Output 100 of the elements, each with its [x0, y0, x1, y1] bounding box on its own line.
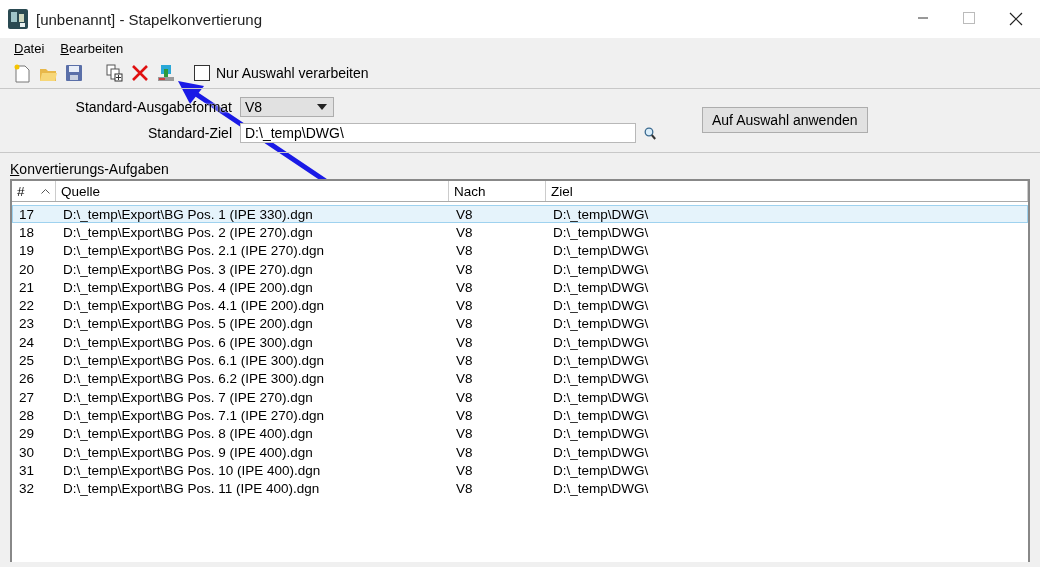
table-cell-text: D:\_temp\DWG\	[552, 316, 650, 332]
table-cell-text: V8	[455, 261, 474, 277]
table-cell-text: D:\_temp\Export\BG Pos. 1 (IPE 330).dgn	[62, 206, 314, 222]
table-cell-text: 23	[18, 316, 36, 332]
table-cell-text: D:\_temp\DWG\	[552, 298, 650, 314]
table-cell-text: V8	[455, 316, 474, 332]
table-row[interactable]: 19 D:\_temp\Export\BG Pos. 2.1 (IPE 270).dgn V8 D:\_temp\DWG\	[12, 241, 1028, 260]
table-cell-text: V8	[455, 353, 474, 368]
table-cell-text: 30	[18, 444, 36, 460]
table-row[interactable]: 30 D:\_temp\Export\BG Pos. 9 (IPE 400).dgn V8 D:\_temp\DWG\	[12, 442, 1028, 462]
table-cell-text: D:\_temp\DWG\	[552, 261, 650, 277]
table-cell-text: V8	[455, 279, 474, 295]
table-cell-text: V8	[455, 407, 474, 423]
table-cell-text: V8	[455, 371, 474, 387]
table-cell-text: 31	[18, 462, 36, 478]
search-icon[interactable]	[644, 126, 656, 140]
table-cell-text: D:\_temp\DWG\	[552, 334, 650, 350]
table-cell-text: 27	[18, 389, 36, 405]
table-cell-text: D:\_temp\Export\BG Pos. 11 (IPE 400).dgn	[62, 481, 321, 497]
table-row[interactable]: 31 D:\_temp\Export\BG Pos. 10 (IPE 400).dgn V8 D:\_temp\DWG\	[12, 461, 1028, 480]
table-row[interactable]: 27 D:\_temp\Export\BG Pos. 7 (IPE 270).dgn V8 D:\_temp\DWG\	[12, 387, 1028, 407]
table-row[interactable]: 28 D:\_temp\Export\BG Pos. 7.1 (IPE 270).dgn V8 D:\_temp\DWG\	[12, 406, 1028, 425]
table-cell-text: D:\_temp\DWG\	[552, 407, 650, 423]
column-header[interactable]: Quelle	[56, 181, 449, 201]
table-cell-text: V8	[455, 224, 474, 240]
app-icon	[8, 9, 28, 29]
menu-item[interactable]: Bearbeiten	[52, 40, 132, 56]
table-row[interactable]: 24 D:\_temp\Export\BG Pos. 6 (IPE 300).dgn V8 D:\_temp\DWG\	[12, 333, 1028, 352]
table-cell-text: D:\_temp\Export\BG Pos. 9 (IPE 400).dgn	[62, 444, 314, 460]
table-cell-text: D:\_temp\Export\BG Pos. 3 (IPE 270).dgn	[62, 261, 314, 277]
export-icon[interactable]	[156, 63, 176, 83]
table-cell-text: 32	[18, 481, 36, 497]
format-dropdown[interactable]: V8	[240, 97, 334, 117]
table-cell-text: V8	[455, 389, 474, 405]
table-cell-text: V8	[455, 334, 474, 350]
column-header[interactable]: Ziel	[546, 181, 1028, 201]
table-row[interactable]: 29 D:\_temp\Export\BG Pos. 8 (IPE 400).dgn V8 D:\_temp\DWG\	[12, 424, 1028, 443]
target-field[interactable]: D:\_temp\DWG\	[240, 123, 636, 143]
table-row[interactable]: 25 D:\_temp\Export\BG Pos. 6.1 (IPE 300).dgn V8 D:\_temp\DWG\	[12, 351, 1028, 370]
table-row[interactable]: 32 D:\_temp\Export\BG Pos. 11 (IPE 400).dgn V8 D:\_temp\DWG\	[12, 479, 1028, 498]
table-cell-text: D:\_temp\DWG\	[552, 206, 650, 222]
table-cell-text: 17	[18, 206, 36, 222]
close-icon[interactable]	[1009, 12, 1023, 26]
table-cell-text: D:\_temp\DWG\	[552, 481, 650, 497]
table-cell-text: 18	[18, 224, 36, 240]
table-row[interactable]: 26 D:\_temp\Export\BG Pos. 6.2 (IPE 300).dgn V8 D:\_temp\DWG\	[12, 369, 1028, 388]
table-cell-text: 29	[18, 426, 36, 442]
table-cell-text: D:\_temp\Export\BG Pos. 5 (IPE 200).dgn	[62, 316, 314, 332]
table-cell-text: 26	[18, 371, 36, 387]
table-cell-text: D:\_temp\Export\BG Pos. 6.1 (IPE 300).dgn	[62, 353, 326, 368]
table-cell-text: V8	[455, 206, 474, 222]
table-cell-text: V8	[455, 444, 474, 460]
table-cell-text: D:\_temp\Export\BG Pos. 4.1 (IPE 200).dgn	[62, 298, 326, 314]
table-cell-text: D:\_temp\Export\BG Pos. 7 (IPE 270).dgn	[62, 389, 314, 405]
dropdown-arrow-icon	[317, 104, 327, 110]
table-cell-text: D:\_temp\Export\BG Pos. 6.2 (IPE 300).dgn	[62, 371, 326, 387]
target-label: Standard-Ziel	[147, 125, 233, 141]
table-cell-text: 25	[18, 353, 36, 368]
table-cell-text: D:\_temp\DWG\	[552, 389, 650, 405]
table-cell-text: V8	[455, 426, 474, 442]
table-cell-text: D:\_temp\DWG\	[552, 353, 650, 368]
table-cell-text: D:\_temp\DWG\	[552, 462, 650, 478]
table-cell-text: 24	[18, 334, 36, 350]
table-cell-text: D:\_temp\DWG\	[552, 243, 650, 259]
table-cell-text: 28	[18, 407, 36, 423]
table-row[interactable]: 22 D:\_temp\Export\BG Pos. 4.1 (IPE 200).dgn V8 D:\_temp\DWG\	[12, 296, 1028, 315]
checkbox[interactable]	[194, 65, 210, 81]
table-cell-text: V8	[455, 481, 474, 497]
table-cell-text: V8	[455, 462, 474, 478]
table-cell-text: D:\_temp\Export\BG Pos. 2 (IPE 270).dgn	[62, 224, 314, 240]
copy-add-icon[interactable]	[104, 63, 124, 83]
table-cell-text: D:\_temp\DWG\	[552, 224, 650, 240]
table-cell-text: V8	[455, 298, 474, 314]
table-cell-text: D:\_temp\DWG\	[552, 444, 650, 460]
table-cell-text: D:\_temp\Export\BG Pos. 8 (IPE 400).dgn	[62, 426, 314, 442]
apply-button[interactable]: Auf Auswahl anwenden	[702, 107, 868, 133]
save-icon[interactable]	[64, 63, 84, 83]
table-row[interactable]: 18 D:\_temp\Export\BG Pos. 2 (IPE 270).dgn V8 D:\_temp\DWG\	[12, 223, 1028, 242]
column-header[interactable]: #	[12, 181, 56, 201]
menu-item[interactable]: Datei	[6, 40, 53, 56]
table-cell-text: 22	[18, 298, 36, 314]
table-cell-text: D:\_temp\DWG\	[552, 426, 650, 442]
table-cell-text: D:\_temp\DWG\	[552, 279, 650, 295]
table-cell-text: D:\_temp\Export\BG Pos. 6 (IPE 300).dgn	[62, 334, 314, 350]
table-cell-text: D:\_temp\Export\BG Pos. 10 (IPE 400).dgn	[62, 462, 322, 478]
table-cell-text: V8	[455, 243, 474, 259]
table-row[interactable]: 21 D:\_temp\Export\BG Pos. 4 (IPE 200).dgn V8 D:\_temp\DWG\	[12, 278, 1028, 297]
checkbox-label: Nur Auswahl verarbeiten	[216, 65, 369, 81]
sort-icon	[41, 188, 50, 194]
table-cell-text: D:\_temp\Export\BG Pos. 7.1 (IPE 270).dgn	[62, 407, 326, 423]
window-title: [unbenannt] - Stapelkonvertierung	[36, 10, 263, 28]
table-row[interactable]: 23 D:\_temp\Export\BG Pos. 5 (IPE 200).dgn V8 D:\_temp\DWG\	[12, 314, 1028, 334]
selected-row[interactable]: 17 D:\_temp\Export\BG Pos. 1 (IPE 330).dgn V8 D:\_temp\DWG\	[12, 205, 1028, 224]
column-header[interactable]: Nach	[449, 181, 546, 201]
table-row[interactable]: 20 D:\_temp\Export\BG Pos. 3 (IPE 270).dgn V8 D:\_temp\DWG\	[12, 259, 1028, 279]
table-cell-text: 21	[18, 279, 36, 295]
table-cell-text: D:\_temp\Export\BG Pos. 2.1 (IPE 270).dgn	[62, 243, 326, 259]
delete-icon[interactable]	[130, 63, 150, 83]
group-label: Konvertierungs-Aufgaben	[10, 161, 170, 177]
table-cell-text: 20	[18, 261, 36, 277]
